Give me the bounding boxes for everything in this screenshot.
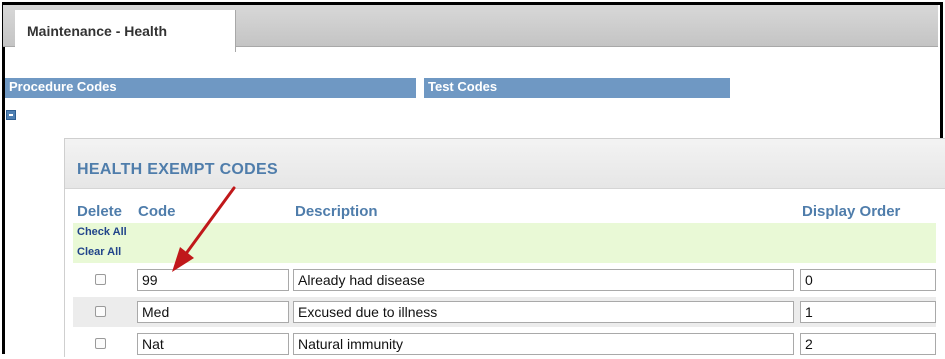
panel-title: HEALTH EXEMPT CODES [77,161,278,178]
code-field[interactable]: Med [137,301,289,323]
delete-checkbox[interactable] [95,274,106,285]
test-codes-bar[interactable]: Test Codes [424,78,730,98]
delete-column-header: Delete [77,203,123,220]
description-column-header: Description [295,203,378,220]
clear-all-link[interactable]: Clear All [77,246,121,258]
tab-bar: Maintenance - Health [3,5,938,52]
display-order-field[interactable]: 2 [800,333,936,355]
delete-checkbox[interactable] [95,338,106,349]
procedure-codes-bar[interactable]: Procedure Codes [5,78,416,98]
check-all-link[interactable]: Check All [77,226,127,238]
table-row: Nat Natural immunity 2 [73,329,936,359]
collapse-icon[interactable] [6,110,16,120]
procedure-codes-label: Procedure Codes [9,79,117,94]
code-field[interactable]: Nat [137,333,289,355]
description-field[interactable]: Excused due to illness [293,301,794,323]
table-row: Med Excused due to illness 1 [73,297,936,327]
display-order-column-header: Display Order [802,203,901,220]
description-field[interactable]: Natural immunity [293,333,794,355]
display-order-field[interactable]: 0 [800,269,936,291]
description-field[interactable]: Already had disease [293,269,794,291]
tab-maintenance-health[interactable]: Maintenance - Health [15,10,236,52]
arrow-icon [172,186,236,272]
delete-checkbox[interactable] [95,306,106,317]
display-order-field[interactable]: 1 [800,301,936,323]
tab-label: Maintenance - Health [27,23,168,39]
test-codes-label: Test Codes [428,79,498,94]
panel-header: HEALTH EXEMPT CODES [65,139,945,189]
